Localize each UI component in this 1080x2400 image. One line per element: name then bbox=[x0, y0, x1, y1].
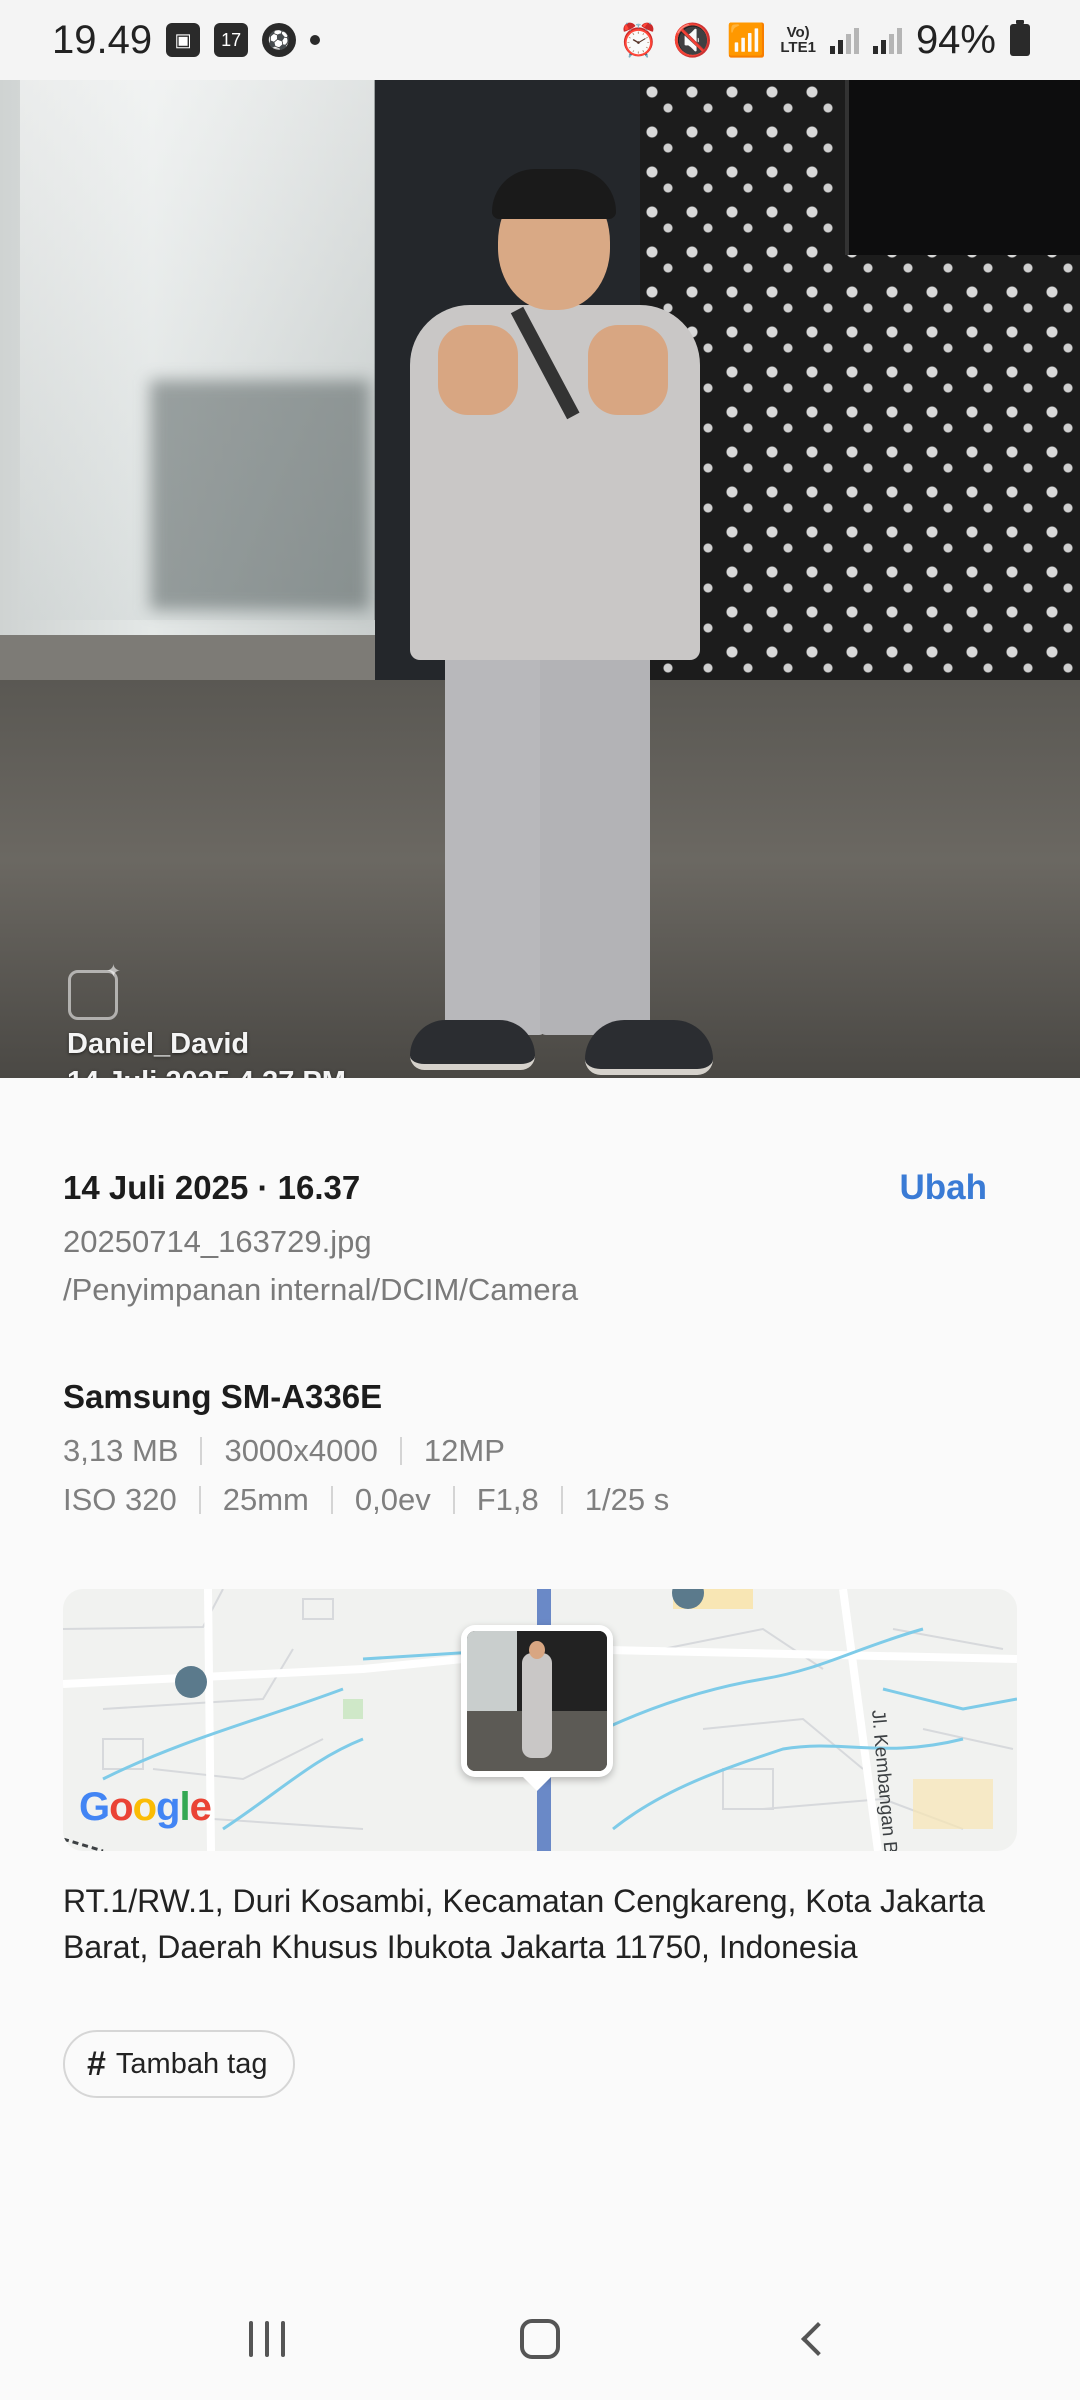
photo-viewer[interactable]: Daniel_David 14 Juli 2025 4.37 PM bbox=[0, 80, 1080, 1078]
recent-apps-button[interactable] bbox=[207, 2299, 327, 2379]
alarm-icon: ⏰ bbox=[618, 22, 659, 58]
back-icon bbox=[801, 2322, 836, 2356]
person-thumbs-up-right bbox=[588, 325, 668, 415]
battery-percent: 94% bbox=[915, 17, 996, 62]
photo-subject-person bbox=[350, 169, 750, 1075]
photo-watermark-name: Daniel_David bbox=[67, 1028, 250, 1060]
spec-divider bbox=[452, 1486, 455, 1514]
transit-station-icon bbox=[175, 1666, 207, 1698]
spec-divider bbox=[330, 1486, 333, 1514]
person-pants-left bbox=[445, 645, 545, 1035]
photo-bg-ledge bbox=[0, 635, 380, 680]
details-panel: 14 Juli 2025 · 16.37 Ubah 20250714_16372… bbox=[0, 1078, 1080, 2278]
status-bar: 19.49 ▣ 17 ⚽ ⏰ 🔇 📶 Vo) LTE1 94% bbox=[0, 0, 1080, 80]
photo-bg-tv bbox=[845, 80, 1080, 255]
person-thumbs-up-left bbox=[438, 325, 518, 415]
recent-apps-icon bbox=[248, 2321, 285, 2357]
signal-icon bbox=[872, 26, 902, 54]
location-map[interactable]: Jl. Kembangan Baru Google bbox=[63, 1589, 1017, 1851]
photo-date-time: 14 Juli 2025 · 16.37 bbox=[63, 1169, 361, 1206]
edit-date-button[interactable]: Ubah bbox=[900, 1168, 988, 1208]
spec-shutter: 1/25 s bbox=[584, 1482, 670, 1517]
location-address: RT.1/RW.1, Duri Kosambi, Kecamatan Cengk… bbox=[63, 1883, 985, 1965]
photo-watermark-date: 14 Juli 2025 4.37 PM bbox=[67, 1066, 346, 1078]
date-row: 14 Juli 2025 · 16.37 Ubah bbox=[63, 1168, 1017, 1208]
google-logo: Google bbox=[79, 1785, 212, 1829]
battery-icon bbox=[1010, 20, 1030, 56]
hashtag-icon: # bbox=[87, 2044, 106, 2083]
map-photo-thumbnail bbox=[467, 1631, 607, 1771]
spec-resolution: 3000x4000 bbox=[224, 1433, 378, 1468]
person-shoe-left bbox=[410, 1020, 535, 1070]
spec-divider bbox=[198, 1486, 201, 1514]
device-name: Samsung SM-A336E bbox=[63, 1378, 383, 1415]
file-name: 20250714_163729.jpg bbox=[63, 1224, 372, 1259]
spec-aperture: F1,8 bbox=[476, 1482, 539, 1517]
navigation-bar bbox=[0, 2278, 1080, 2400]
map-photo-pin[interactable] bbox=[461, 1625, 613, 1791]
signal-icon bbox=[829, 26, 859, 54]
person-pants-right bbox=[540, 645, 650, 1035]
add-tag-label: Tambah tag bbox=[115, 2047, 268, 2080]
file-specs-row: 3,13 MB 3000x4000 12MP bbox=[63, 1433, 505, 1469]
mute-icon: 🔇 bbox=[672, 22, 713, 58]
file-path: /Penyimpanan internal/DCIM/Camera bbox=[63, 1272, 579, 1307]
spec-focal-length: 25mm bbox=[222, 1482, 309, 1517]
home-button[interactable] bbox=[480, 2299, 600, 2379]
calendar-icon: 17 bbox=[214, 23, 249, 57]
gallery-icon: ▣ bbox=[166, 23, 201, 57]
status-bar-left: 19.49 ▣ 17 ⚽ bbox=[52, 17, 321, 63]
spec-exposure: 0,0ev bbox=[354, 1482, 431, 1517]
status-time: 19.49 bbox=[52, 17, 153, 62]
back-button[interactable] bbox=[753, 2299, 873, 2379]
spec-divider bbox=[200, 1437, 203, 1465]
volte-icon: Vo) LTE1 bbox=[780, 25, 816, 55]
add-tag-button[interactable]: # Tambah tag bbox=[63, 2030, 296, 2098]
camera-specs-row: ISO 320 25mm 0,0ev F1,8 1/25 s bbox=[63, 1482, 669, 1518]
football-icon: ⚽ bbox=[262, 23, 297, 57]
home-icon bbox=[519, 2319, 560, 2359]
more-notifications-dot bbox=[310, 35, 321, 45]
spec-file-size: 3,13 MB bbox=[63, 1433, 179, 1468]
status-bar-right: ⏰ 🔇 📶 Vo) LTE1 94% bbox=[619, 18, 1030, 63]
photo-bg-reflection bbox=[150, 380, 370, 610]
spec-divider bbox=[399, 1437, 402, 1465]
spec-megapixels: 12MP bbox=[423, 1433, 505, 1468]
volte-label-bottom: LTE1 bbox=[780, 39, 816, 56]
wifi-icon: 📶 bbox=[726, 22, 767, 58]
person-hair bbox=[492, 169, 616, 219]
spec-divider bbox=[560, 1486, 563, 1514]
ai-edit-icon[interactable] bbox=[68, 961, 121, 1020]
spec-iso: ISO 320 bbox=[63, 1482, 177, 1517]
person-shoe-right bbox=[585, 1020, 713, 1075]
